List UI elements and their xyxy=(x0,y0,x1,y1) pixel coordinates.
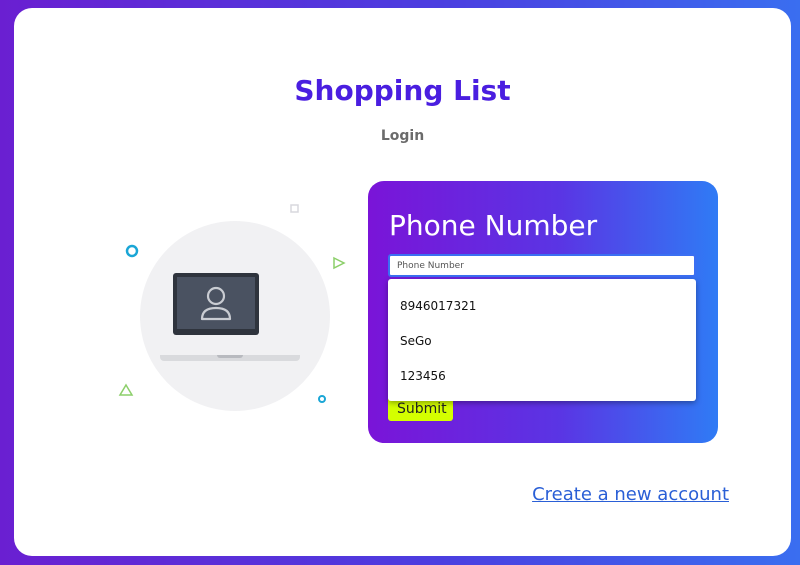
laptop-notch xyxy=(217,355,243,358)
login-illustration xyxy=(104,193,364,423)
create-account-link[interactable]: Create a new account xyxy=(532,484,729,505)
phone-number-input[interactable] xyxy=(388,254,696,277)
laptop-icon xyxy=(173,273,259,335)
user-icon xyxy=(200,286,232,321)
autocomplete-dropdown: 8946017321 SeGo 123456 xyxy=(388,279,696,401)
square-decoration-icon xyxy=(290,204,299,213)
page-title: Shopping List xyxy=(294,74,511,107)
ring-decoration-icon xyxy=(125,244,139,258)
autocomplete-option[interactable]: 123456 xyxy=(388,359,696,394)
login-card: Shopping List Login Phone Number Phone N… xyxy=(14,8,791,556)
laptop-screen xyxy=(177,277,255,329)
play-decoration-icon xyxy=(333,256,346,270)
autocomplete-option[interactable]: SeGo xyxy=(388,324,696,359)
phone-number-label: Phone Number xyxy=(389,209,598,242)
page-subtitle: Login xyxy=(380,128,425,144)
dot-decoration-icon xyxy=(318,395,326,403)
login-form: Phone Number Submit 8946017321 SeGo 1234… xyxy=(368,181,718,443)
triangle-decoration-icon xyxy=(118,383,134,396)
autocomplete-option[interactable]: 8946017321 xyxy=(388,289,696,324)
